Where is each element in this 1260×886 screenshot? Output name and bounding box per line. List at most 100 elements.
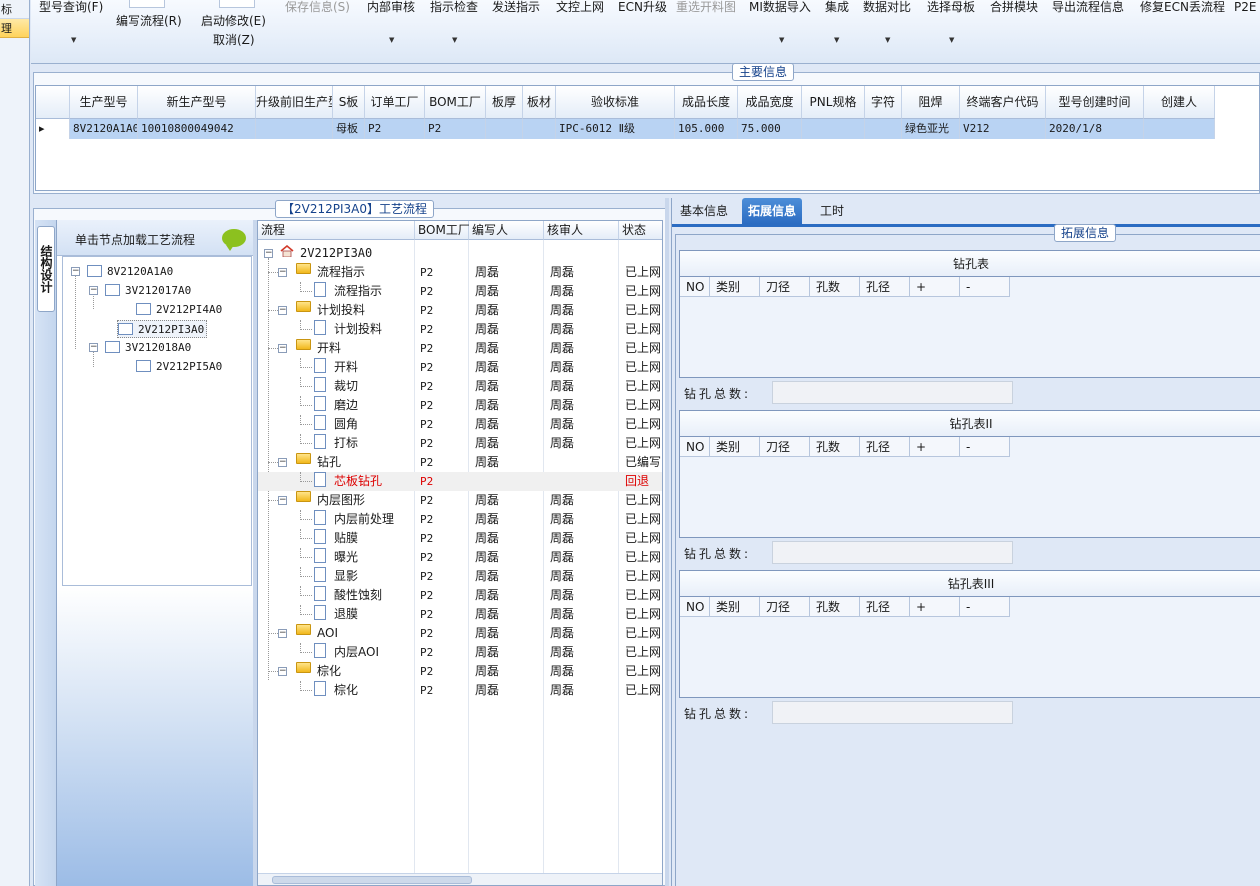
chevron-down-icon[interactable]: ▼ [71, 33, 76, 47]
expand-toggle-icon[interactable]: − [278, 458, 287, 467]
main-info-column-header[interactable]: 板材 [523, 86, 556, 119]
start-modify-button[interactable]: 启动修改(E) 取消(Z) [201, 14, 266, 47]
main-info-cell[interactable] [523, 119, 556, 139]
process-column-header[interactable]: 状态 [619, 221, 662, 240]
structure-design-tab[interactable]: 结构设计 [37, 226, 55, 312]
process-row[interactable]: 内层前处理 P2 周磊 周磊 已上网 [258, 510, 662, 529]
main-info-column-header[interactable]: 验收标准 [556, 86, 675, 119]
process-row[interactable]: − 内层图形 P2 周磊 周磊 已上网 [258, 491, 662, 510]
process-row[interactable]: 磨边 P2 周磊 周磊 已上网 [258, 396, 662, 415]
expand-toggle-icon[interactable]: − [278, 667, 287, 676]
main-info-column-header[interactable]: 成品长度 [675, 86, 738, 119]
save-info-button[interactable]: 保存信息(S) [285, 0, 350, 14]
tree-node-2v212pi5a0[interactable]: 2V212PI5A0 [136, 358, 222, 376]
send-instruction-button[interactable]: 发送指示 [492, 0, 540, 14]
row-indicator-cell[interactable]: ▸ [36, 119, 70, 139]
process-row[interactable]: − 开料 P2 周磊 周磊 已上网 [258, 339, 662, 358]
right-splitter[interactable] [665, 198, 669, 886]
process-row[interactable]: 显影 P2 周磊 周磊 已上网 [258, 567, 662, 586]
process-column-header[interactable]: BOM工厂 [415, 221, 470, 240]
main-info-column-header[interactable]: 终端客户代码 [960, 86, 1046, 119]
chevron-down-icon[interactable]: ▼ [834, 33, 839, 47]
process-column-header[interactable]: 编写人 [469, 221, 544, 240]
cancel-label[interactable]: 取消(Z) [201, 33, 266, 47]
tab-basic-info[interactable]: 基本信息 [674, 198, 734, 224]
main-info-column-header[interactable]: 成品宽度 [738, 86, 802, 119]
main-info-cell[interactable]: P2 [365, 119, 425, 139]
tree-node-2v212pi3a0[interactable]: 2V212PI3A0 [117, 320, 208, 338]
main-info-cell[interactable] [256, 119, 333, 139]
chevron-down-icon[interactable]: ▼ [949, 33, 954, 47]
instruction-check-button[interactable]: 指示检查 ▼ [430, 0, 478, 44]
main-info-column-header[interactable]: PNL规格 [802, 86, 865, 119]
main-info-cell[interactable]: 绿色亚光 [902, 119, 960, 139]
expand-toggle-icon[interactable]: − [278, 496, 287, 505]
process-row[interactable]: 酸性蚀刻 P2 周磊 周磊 已上网 [258, 586, 662, 605]
expand-toggle-icon[interactable]: − [278, 306, 287, 315]
process-row[interactable]: 开料 P2 周磊 周磊 已上网 [258, 358, 662, 377]
main-info-cell[interactable]: 75.000 [738, 119, 802, 139]
doc-online-button[interactable]: 文控上网 [556, 0, 604, 14]
main-info-cell[interactable]: 母板 [333, 119, 365, 139]
main-info-cell[interactable]: 8V2120A1A0 [70, 119, 138, 139]
drill-table-column-header[interactable]: + [910, 597, 960, 617]
main-info-column-header[interactable]: BOM工厂 [425, 86, 486, 119]
process-row[interactable]: 圆角 P2 周磊 周磊 已上网 [258, 415, 662, 434]
integrate-button[interactable]: 集成 ▼ [825, 0, 849, 44]
main-info-cell[interactable]: V212 [960, 119, 1046, 139]
process-row[interactable]: − 钻孔 P2 周磊 已编写 [258, 453, 662, 472]
data-compare-button[interactable]: 数据对比 ▼ [863, 0, 911, 44]
tree-node-2v212pi4a0[interactable]: 2V212PI4A0 [136, 301, 222, 319]
main-info-column-header[interactable]: 型号创建时间 [1046, 86, 1144, 119]
main-info-cell[interactable] [486, 119, 523, 139]
tab-work-hours[interactable]: 工时 [814, 198, 850, 224]
main-info-column-header[interactable]: 订单工厂 [365, 86, 425, 119]
process-row[interactable]: 棕化 P2 周磊 周磊 已上网 [258, 681, 662, 700]
left-nav-item-1[interactable]: 标 [0, 0, 29, 19]
main-info-column-header[interactable]: 新生产型号 [138, 86, 256, 119]
expand-toggle-icon[interactable]: − [89, 343, 98, 352]
process-row[interactable]: 芯板钻孔 P2 回退 [258, 472, 662, 491]
process-row[interactable]: − 棕化 P2 周磊 周磊 已上网 [258, 662, 662, 681]
model-query-button[interactable]: 型号查询(F) ▼ [39, 0, 103, 44]
export-flow-button[interactable]: 导出流程信息 [1052, 0, 1124, 14]
process-row[interactable]: 流程指示 P2 周磊 周磊 已上网 [258, 282, 662, 301]
main-info-column-header[interactable]: 创建人 [1144, 86, 1215, 119]
process-row[interactable]: 贴膜 P2 周磊 周磊 已上网 [258, 529, 662, 548]
expand-toggle-icon[interactable]: − [264, 249, 273, 258]
write-flow-button[interactable]: 编写流程(R) [116, 14, 182, 28]
main-info-cell[interactable]: 105.000 [675, 119, 738, 139]
drill-total-field[interactable] [772, 701, 1013, 724]
expand-toggle-icon[interactable]: − [89, 286, 98, 295]
process-row[interactable]: − AOI P2 周磊 周磊 已上网 [258, 624, 662, 643]
chevron-down-icon[interactable]: ▼ [885, 33, 890, 47]
drill-table-column-header[interactable]: + [910, 277, 960, 297]
expand-toggle-icon[interactable]: − [71, 267, 80, 276]
repair-ecn-button[interactable]: 修复ECN丢流程 [1140, 0, 1225, 14]
combine-module-button[interactable]: 合拼模块 [990, 0, 1038, 14]
chevron-down-icon[interactable]: ▼ [389, 33, 394, 47]
process-row[interactable]: 计划投料 P2 周磊 周磊 已上网 [258, 320, 662, 339]
process-column-header[interactable]: 核审人 [544, 221, 619, 240]
main-info-cell[interactable]: P2 [425, 119, 486, 139]
main-info-column-header[interactable]: 阻焊 [902, 86, 960, 119]
drill-table-column-header[interactable]: - [960, 277, 1010, 297]
tree-node-8v2120a1a0[interactable]: 8V2120A1A0 [87, 263, 173, 281]
process-root-row[interactable]: − 2V212PI3A0 [258, 244, 662, 263]
horizontal-scrollbar[interactable] [258, 873, 662, 885]
p2e-button[interactable]: P2E [1234, 0, 1256, 14]
main-info-column-header[interactable]: S板 [333, 86, 365, 119]
chevron-down-icon[interactable]: ▼ [452, 33, 457, 47]
expand-toggle-icon[interactable]: − [278, 268, 287, 277]
main-info-cell[interactable]: IPC-6012 Ⅱ级 [556, 119, 675, 139]
process-row[interactable]: 裁切 P2 周磊 周磊 已上网 [258, 377, 662, 396]
drill-table-column-header[interactable]: - [960, 597, 1010, 617]
main-info-cell[interactable]: 2020/1/8 [1046, 119, 1144, 139]
main-info-cell[interactable] [802, 119, 865, 139]
process-row[interactable]: 退膜 P2 周磊 周磊 已上网 [258, 605, 662, 624]
main-info-cell[interactable]: 10010800049042 [138, 119, 256, 139]
mi-import-button[interactable]: MI数据导入 ▼ [749, 0, 811, 44]
drill-total-field[interactable] [772, 381, 1013, 404]
reselect-cut-button[interactable]: 重选开料图 [676, 0, 736, 14]
ecn-upgrade-button[interactable]: ECN升级 [618, 0, 667, 14]
